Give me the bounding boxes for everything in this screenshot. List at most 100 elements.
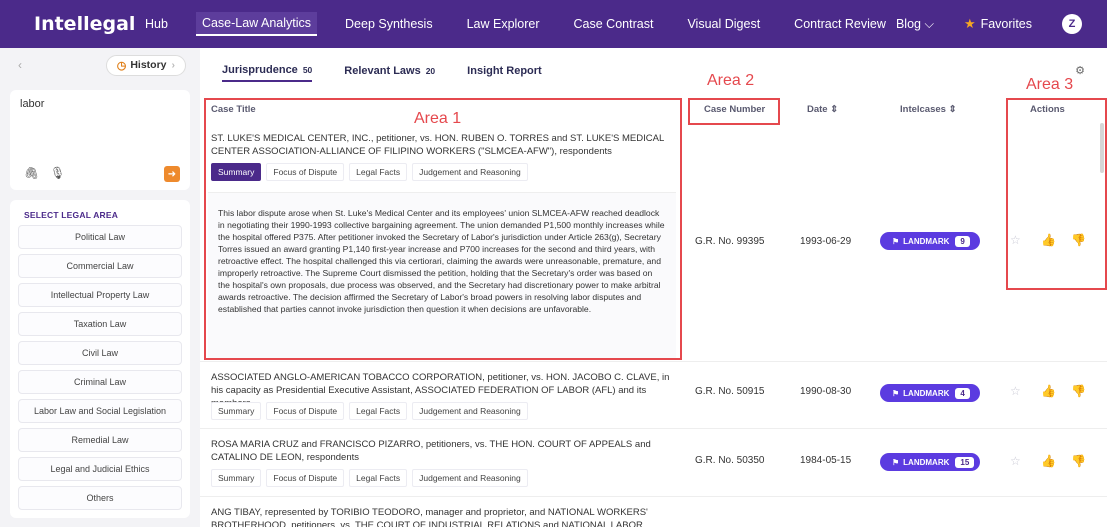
- area-3-label: Area 3: [1026, 76, 1074, 93]
- microphone-icon[interactable]: 🎙: [50, 166, 65, 180]
- table-row[interactable]: ST. LUKE'S MEDICAL CENTER, INC., petitio…: [200, 123, 1107, 363]
- legal-area-criminal-law[interactable]: Criminal Law: [18, 370, 182, 394]
- case-date: 1984-05-15: [800, 455, 852, 466]
- chip-legal-facts[interactable]: Legal Facts: [349, 163, 408, 181]
- gear-icon[interactable]: ⚙: [1075, 64, 1085, 77]
- case-date: 1990-08-30: [800, 386, 852, 397]
- case-tabs: Summary Focus of Dispute Legal Facts Jud…: [211, 469, 533, 487]
- tab-count: 20: [425, 65, 436, 76]
- result-tabs: Jurisprudence 50 Relevant Laws 20 Insight …: [200, 48, 1107, 93]
- chip-summary[interactable]: Summary: [211, 402, 262, 420]
- sidebar-top: ‹ ◷ History ›: [0, 48, 200, 82]
- chip-legal-facts[interactable]: Legal Facts: [349, 402, 408, 420]
- tab-relevant-laws[interactable]: Relevant Laws 20: [344, 61, 435, 81]
- landmark-badge[interactable]: ⚑ LANDMARK 9: [880, 232, 980, 250]
- landmark-label: LANDMARK: [903, 388, 950, 398]
- landmark-badge[interactable]: ⚑ LANDMARK 15: [880, 453, 980, 471]
- chevron-right-icon: ›: [171, 59, 176, 71]
- flag-icon: ⚑: [892, 236, 900, 246]
- table-header: Case Title Case Number Date ⇕ Intelcases…: [200, 98, 1107, 120]
- nav-contract-review[interactable]: Contract Review: [788, 13, 892, 35]
- nav-right: Blog ⌵ ★ Favorites Z: [896, 0, 1107, 48]
- query-input[interactable]: labor 🖇 🎙 ➜: [10, 90, 190, 190]
- paperclip-icon[interactable]: 🖇: [24, 166, 39, 180]
- table-row[interactable]: ASSOCIATED ANGLO-AMERICAN TOBACCO CORPOR…: [200, 361, 1107, 428]
- legal-area-political-law[interactable]: Political Law: [18, 225, 182, 249]
- legal-area-remedial-law[interactable]: Remedial Law: [18, 428, 182, 452]
- legal-area-labor-law[interactable]: Labor Law and Social Legislation: [18, 399, 182, 423]
- chip-judgement[interactable]: Judgement and Reasoning: [412, 469, 528, 487]
- main-panel: Jurisprudence 50 Relevant Laws 20 Insight …: [200, 48, 1107, 527]
- nav-hub[interactable]: Hub: [139, 13, 174, 35]
- chip-focus-of-dispute[interactable]: Focus of Dispute: [266, 469, 345, 487]
- history-button[interactable]: ◷ History ›: [105, 54, 186, 76]
- header-date[interactable]: Date ⇕: [807, 104, 838, 115]
- case-title[interactable]: ROSA MARIA CRUZ and FRANCISCO PIZARRO, p…: [211, 438, 681, 464]
- landmark-count: 4: [955, 387, 970, 399]
- case-number: G.R. No. 99395: [695, 236, 765, 247]
- case-date: 1993-06-29: [800, 236, 852, 247]
- thumbs-down-icon[interactable]: 👎: [1071, 233, 1086, 247]
- case-number: G.R. No. 50915: [695, 386, 765, 397]
- thumbs-down-icon[interactable]: 👎: [1071, 454, 1086, 468]
- chip-focus-of-dispute[interactable]: Focus of Dispute: [266, 402, 345, 420]
- top-nav-bar: Intellegal Hub Case-Law Analytics Deep S…: [0, 0, 1107, 48]
- landmark-badge[interactable]: ⚑ LANDMARK 4: [880, 384, 980, 402]
- chip-summary[interactable]: Summary: [211, 469, 262, 487]
- landmark-count: 9: [955, 235, 970, 247]
- table-row[interactable]: ROSA MARIA CRUZ and FRANCISCO PIZARRO, p…: [200, 428, 1107, 496]
- thumbs-up-icon[interactable]: 👍: [1041, 384, 1056, 398]
- nav-visual-digest[interactable]: Visual Digest: [681, 13, 766, 35]
- nav-case-law-analytics[interactable]: Case-Law Analytics: [195, 12, 318, 36]
- tab-label: Relevant Laws: [344, 64, 421, 77]
- nav-case-contrast[interactable]: Case Contrast: [568, 13, 660, 35]
- thumbs-up-icon[interactable]: 👍: [1041, 454, 1056, 468]
- star-icon: ★: [963, 16, 976, 31]
- legal-area-civil-law[interactable]: Civil Law: [18, 341, 182, 365]
- star-outline-icon[interactable]: ☆: [1010, 384, 1021, 398]
- send-button[interactable]: ➜: [164, 166, 180, 182]
- chip-summary[interactable]: Summary: [211, 163, 262, 181]
- thumbs-up-icon[interactable]: 👍: [1041, 233, 1056, 247]
- legal-area-commercial-law[interactable]: Commercial Law: [18, 254, 182, 278]
- legal-area-panel: SELECT LEGAL AREA Political Law Commerci…: [10, 200, 190, 518]
- thumbs-down-icon[interactable]: 👎: [1071, 384, 1086, 398]
- chip-focus-of-dispute[interactable]: Focus of Dispute: [266, 163, 345, 181]
- tab-jurisprudence[interactable]: Jurisprudence 50: [222, 60, 313, 82]
- chip-judgement[interactable]: Judgement and Reasoning: [412, 163, 528, 181]
- case-title[interactable]: ANG TIBAY, represented by TORIBIO TEODOR…: [211, 506, 681, 527]
- header-intelcases[interactable]: Intelcases ⇕: [900, 104, 957, 115]
- legal-area-others[interactable]: Others: [18, 486, 182, 510]
- legal-area-legal-ethics[interactable]: Legal and Judicial Ethics: [18, 457, 182, 481]
- nav-law-explorer[interactable]: Law Explorer: [461, 13, 546, 35]
- flag-icon: ⚑: [892, 457, 900, 467]
- tab-label: Insight Report: [467, 64, 542, 77]
- case-tabs: Summary Focus of Dispute Legal Facts Jud…: [211, 402, 533, 420]
- header-case-title: Case Title: [211, 104, 256, 115]
- tab-insight-report[interactable]: Insight Report: [467, 61, 542, 81]
- chip-judgement[interactable]: Judgement and Reasoning: [412, 402, 528, 420]
- case-title[interactable]: ST. LUKE'S MEDICAL CENTER, INC., petitio…: [211, 132, 681, 158]
- star-outline-icon[interactable]: ☆: [1010, 233, 1021, 247]
- area-2-label: Area 2: [707, 72, 755, 89]
- history-label: History: [130, 59, 167, 71]
- blog-menu[interactable]: Blog ⌵: [896, 17, 934, 32]
- avatar[interactable]: Z: [1062, 14, 1082, 34]
- nav-deep-synthesis[interactable]: Deep Synthesis: [339, 13, 439, 35]
- arrow-right-icon: ➜: [167, 168, 177, 180]
- tab-label: Jurisprudence: [222, 63, 298, 76]
- tab-count: 50: [302, 64, 313, 75]
- table-row[interactable]: ANG TIBAY, represented by TORIBIO TEODOR…: [200, 496, 1107, 527]
- header-case-number: Case Number: [704, 104, 766, 115]
- header-actions: Actions: [1030, 104, 1065, 115]
- star-outline-icon[interactable]: ☆: [1010, 454, 1021, 468]
- app-logo[interactable]: Intellegal: [34, 13, 139, 35]
- legal-area-taxation-law[interactable]: Taxation Law: [18, 312, 182, 336]
- chevron-left-icon[interactable]: ‹: [18, 58, 22, 72]
- favorites-button[interactable]: ★ Favorites: [964, 16, 1032, 32]
- flag-icon: ⚑: [892, 388, 900, 398]
- legal-area-intellectual-property-law[interactable]: Intellectual Property Law: [18, 283, 182, 307]
- case-summary: This labor dispute arose when St. Luke's…: [208, 192, 676, 358]
- landmark-count: 15: [955, 456, 975, 468]
- chip-legal-facts[interactable]: Legal Facts: [349, 469, 408, 487]
